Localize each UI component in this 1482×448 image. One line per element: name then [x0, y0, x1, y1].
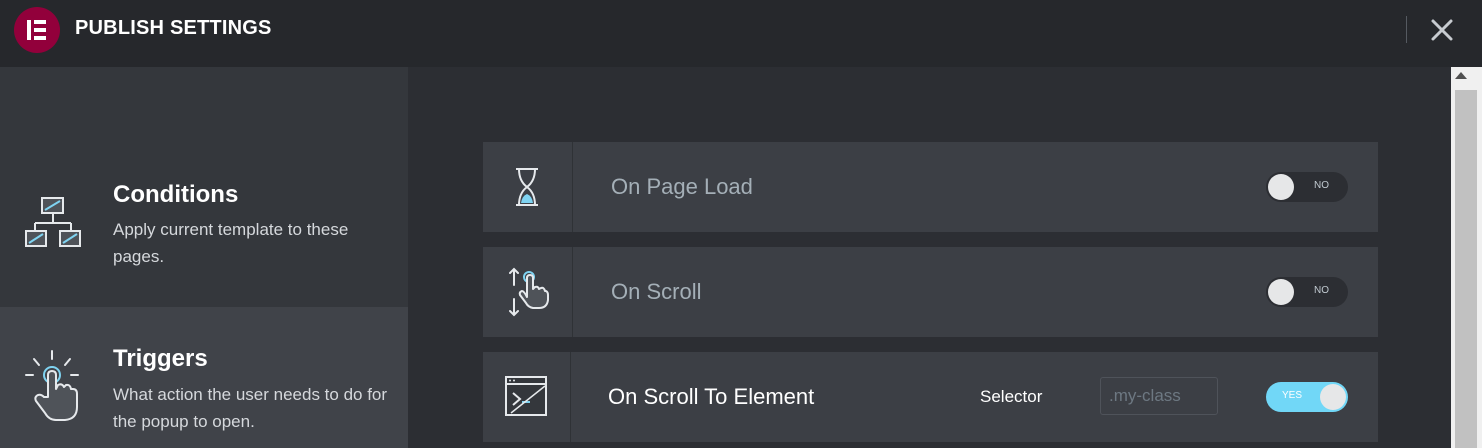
header-bar: PUBLISH SETTINGS: [0, 0, 1482, 67]
toggle-state: YES: [1282, 390, 1303, 401]
on-page-load-toggle[interactable]: NO: [1266, 172, 1348, 202]
toggle-knob: [1268, 174, 1294, 200]
sidebar-item-conditions[interactable]: Conditions Apply current template to the…: [0, 167, 408, 307]
scroll-hand-icon: [509, 267, 549, 317]
sidebar-item-description: What action the user needs to do for the…: [113, 385, 388, 431]
scrollbar-thumb[interactable]: [1455, 90, 1477, 448]
sidebar-item-description: Apply current template to these pages.: [113, 220, 349, 266]
dialog-title: PUBLISH SETTINGS: [75, 17, 272, 39]
sidebar-item-triggers[interactable]: Triggers What action the user needs to d…: [0, 307, 408, 448]
settings-sidebar: Conditions Apply current template to the…: [0, 67, 408, 448]
toggle-knob: [1268, 279, 1294, 305]
sitemap-icon: [25, 197, 81, 247]
on-scroll-to-element-toggle[interactable]: YES: [1266, 382, 1348, 412]
elementor-logo-icon: [14, 7, 60, 53]
toggle-state: NO: [1314, 180, 1329, 191]
trigger-label: On Page Load: [611, 174, 753, 199]
on-scroll-toggle[interactable]: NO: [1266, 277, 1348, 307]
toggle-knob: [1320, 384, 1346, 410]
trigger-row-on-page-load: On Page Load NO: [483, 142, 1378, 232]
trigger-row-on-scroll: On Scroll NO: [483, 247, 1378, 337]
toggle-state: NO: [1314, 285, 1329, 296]
scroll-to-element-icon: [505, 376, 547, 416]
sidebar-item-title: Triggers: [113, 345, 208, 372]
trigger-label: On Scroll To Element: [608, 384, 815, 409]
close-icon: [1431, 19, 1453, 41]
close-button[interactable]: [1428, 16, 1456, 44]
selector-input[interactable]: [1100, 377, 1218, 415]
scroll-up-arrow-icon[interactable]: [1455, 72, 1467, 79]
selector-label: Selector: [980, 387, 1043, 406]
header-divider: [1406, 16, 1407, 43]
trigger-label: On Scroll: [611, 279, 702, 304]
trigger-row-on-scroll-to-element: On Scroll To Element Selector YES: [483, 352, 1378, 442]
hourglass-icon: [516, 168, 538, 206]
sidebar-item-title: Conditions: [113, 181, 239, 208]
click-pointer-icon: [25, 350, 79, 421]
